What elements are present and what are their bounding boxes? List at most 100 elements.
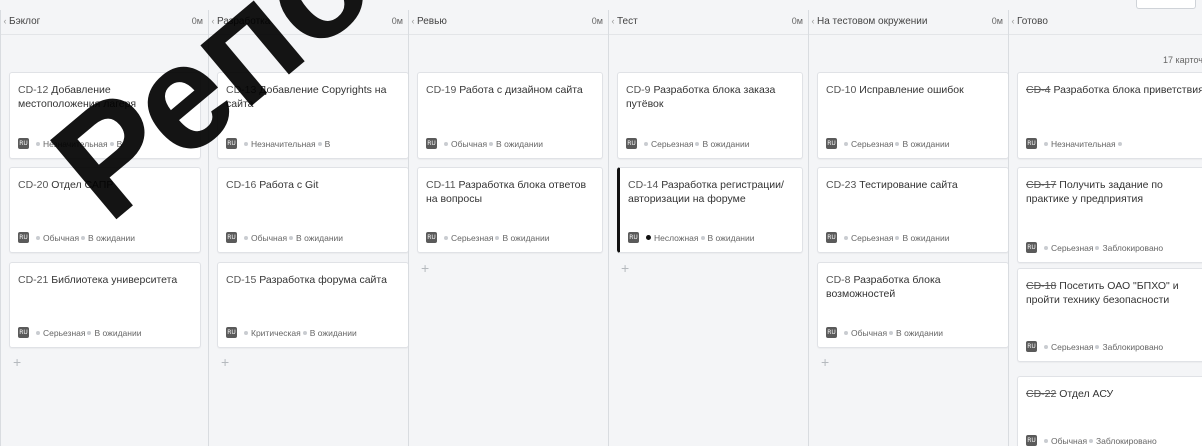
task-card[interactable]: CD-4 Разработка блока приветствия RU Незн… bbox=[1017, 72, 1202, 159]
card-priority: Серьезная bbox=[1051, 242, 1094, 253]
status-dot-icon bbox=[895, 141, 900, 146]
avatar[interactable]: RU bbox=[18, 138, 29, 149]
card-priority: Незначительная bbox=[43, 138, 108, 149]
status-dot-icon bbox=[495, 235, 500, 240]
task-card[interactable]: CD-10 Исправление ошибок RU Серьезная В ож… bbox=[817, 72, 1009, 159]
task-card[interactable]: CD-9 Разработка блока заказа путёвок RU С… bbox=[617, 72, 803, 159]
priority-dot-icon bbox=[844, 330, 848, 335]
task-card[interactable]: CD-11 Разработка блока ответов на вопрос… bbox=[417, 167, 603, 253]
avatar[interactable]: RU bbox=[1026, 242, 1037, 253]
card-title: CD-15 Разработка форума сайта bbox=[226, 273, 402, 287]
chevron-left-icon[interactable]: ‹ bbox=[609, 16, 617, 26]
chevron-left-icon[interactable]: ‹ bbox=[809, 16, 817, 26]
chevron-left-icon[interactable]: ‹ bbox=[409, 16, 417, 26]
column-count: 0м bbox=[591, 16, 603, 26]
status-dot-icon bbox=[489, 141, 494, 146]
column-header[interactable]: ‹ Бэклог 0м bbox=[1, 10, 209, 32]
task-card[interactable]: CD-21 Библиотека университета RU Серьезна… bbox=[9, 262, 201, 348]
column-divider bbox=[609, 34, 809, 35]
avatar[interactable]: RU bbox=[226, 232, 237, 243]
add-card-button[interactable]: + bbox=[13, 354, 21, 370]
add-card-button[interactable]: + bbox=[621, 260, 629, 276]
task-card[interactable]: CD-20 Отдел САПР RU Обычная В ожидании bbox=[9, 167, 201, 253]
column-count: 0м bbox=[991, 16, 1003, 26]
card-status: Заблокировано bbox=[1102, 341, 1164, 352]
card-meta: RU Обычная В ожидании bbox=[18, 232, 196, 243]
toolbar-button[interactable] bbox=[1136, 0, 1196, 9]
priority-dot-icon bbox=[644, 141, 648, 146]
card-priority: Обычная bbox=[251, 232, 288, 243]
task-card[interactable]: CD-19 Работа с дизайном сайта RU Обычная В… bbox=[417, 72, 603, 159]
status-dot-icon bbox=[1095, 245, 1100, 250]
avatar[interactable]: RU bbox=[426, 232, 437, 243]
column-title: На тестовом окружении bbox=[817, 15, 928, 27]
card-meta: RU Серьезная Заблокировано bbox=[1026, 341, 1202, 352]
priority-dot-icon bbox=[244, 141, 248, 146]
avatar[interactable]: RU bbox=[18, 327, 29, 338]
task-card[interactable]: CD-23 Тестирование сайта RU Серьезная В ож… bbox=[817, 167, 1009, 253]
status-dot-icon bbox=[302, 330, 307, 335]
status-dot-icon bbox=[109, 141, 114, 146]
task-card[interactable]: CD-15 Разработка форума сайта RU Критичес… bbox=[217, 262, 409, 348]
card-status: В ожидании bbox=[707, 232, 755, 243]
card-status: В ожидании bbox=[496, 138, 544, 149]
status-dot-icon bbox=[1117, 141, 1122, 146]
task-card[interactable]: CD-22 Отдел АСУ RU Обычная Заблокировано bbox=[1017, 376, 1202, 446]
avatar[interactable]: RU bbox=[1026, 341, 1037, 352]
avatar[interactable]: RU bbox=[826, 327, 837, 338]
add-card-button[interactable]: + bbox=[821, 354, 829, 370]
priority-dot-icon bbox=[1044, 245, 1048, 250]
card-title: CD-9 Разработка блока заказа путёвок bbox=[626, 83, 796, 111]
column-header[interactable]: ‹ Готово bbox=[1009, 10, 1202, 32]
avatar[interactable]: RU bbox=[18, 232, 29, 243]
add-card-button[interactable]: + bbox=[221, 354, 229, 370]
card-meta: RU Серьезная Заблокировано bbox=[1026, 242, 1202, 253]
card-status: В ожидании bbox=[902, 232, 950, 243]
card-meta: RU Обычная В ожидании bbox=[226, 232, 404, 243]
avatar[interactable]: RU bbox=[1026, 435, 1037, 446]
avatar[interactable]: RU bbox=[826, 138, 837, 149]
column-header[interactable]: ‹ Разработка 0м bbox=[209, 10, 409, 32]
priority-dot-icon bbox=[244, 235, 248, 240]
priority-dot-icon bbox=[844, 141, 848, 146]
task-card[interactable]: CD-12 Добавление местоположения лагеря R… bbox=[9, 72, 201, 159]
card-title: CD-17 Получить задание по практике у пре… bbox=[1026, 178, 1202, 206]
chevron-left-icon[interactable]: ‹ bbox=[1009, 16, 1017, 26]
chevron-left-icon[interactable]: ‹ bbox=[209, 16, 217, 26]
avatar[interactable]: RU bbox=[628, 232, 639, 243]
column-header[interactable]: ‹ На тестовом окружении 0м bbox=[809, 10, 1009, 32]
column-header[interactable]: ‹ Ревью 0м bbox=[409, 10, 609, 32]
status-dot-icon bbox=[81, 235, 86, 240]
card-status: Заблокировано bbox=[1096, 435, 1157, 446]
avatar[interactable]: RU bbox=[626, 138, 637, 149]
card-key: CD-14 bbox=[628, 179, 659, 191]
task-card[interactable]: CD-16 Работа с Git RU Обычная В ожидании bbox=[217, 167, 409, 253]
status-dot-icon bbox=[895, 235, 900, 240]
column-header[interactable]: ‹ Тест 0м bbox=[609, 10, 809, 32]
column-divider bbox=[809, 34, 1009, 35]
add-card-button[interactable]: + bbox=[421, 260, 429, 276]
card-meta: RU Обычная В ожидании bbox=[826, 327, 1004, 338]
priority-dot-icon bbox=[244, 330, 248, 335]
avatar[interactable]: RU bbox=[226, 327, 237, 338]
task-card[interactable]: CD-13 Добавление Copyrights на сайта RU Н… bbox=[217, 72, 409, 159]
avatar[interactable]: RU bbox=[826, 232, 837, 243]
task-card[interactable]: CD-8 Разработка блока возможностей RU Обы… bbox=[817, 262, 1009, 348]
card-priority: Серьезная bbox=[1051, 341, 1094, 352]
avatar[interactable]: RU bbox=[1026, 138, 1037, 149]
task-card[interactable]: CD-18 Посетить ОАО "БПХО" и пройти техни… bbox=[1017, 268, 1202, 362]
card-priority: Серьезная bbox=[851, 232, 894, 243]
column-backlog: ‹ Бэклог 0м CD-12 Добавление местоположе… bbox=[0, 10, 209, 446]
card-key: CD-15 bbox=[226, 274, 257, 286]
task-card-flagged[interactable]: CD-14 Разработка регистрации/ авторизаци… bbox=[617, 167, 803, 253]
column-divider bbox=[209, 34, 409, 35]
avatar[interactable]: RU bbox=[226, 138, 237, 149]
task-card[interactable]: CD-17 Получить задание по практике у пре… bbox=[1017, 167, 1202, 263]
column-test: ‹ Тест 0м CD-9 Разработка блока заказа п… bbox=[608, 10, 809, 446]
chevron-left-icon[interactable]: ‹ bbox=[1, 16, 9, 26]
card-title: CD-22 Отдел АСУ bbox=[1026, 387, 1202, 401]
card-summary: Тестирование сайта bbox=[859, 179, 958, 191]
avatar[interactable]: RU bbox=[426, 138, 437, 149]
card-priority: Незначительная bbox=[1051, 138, 1116, 149]
column-count: 0м bbox=[391, 16, 403, 26]
